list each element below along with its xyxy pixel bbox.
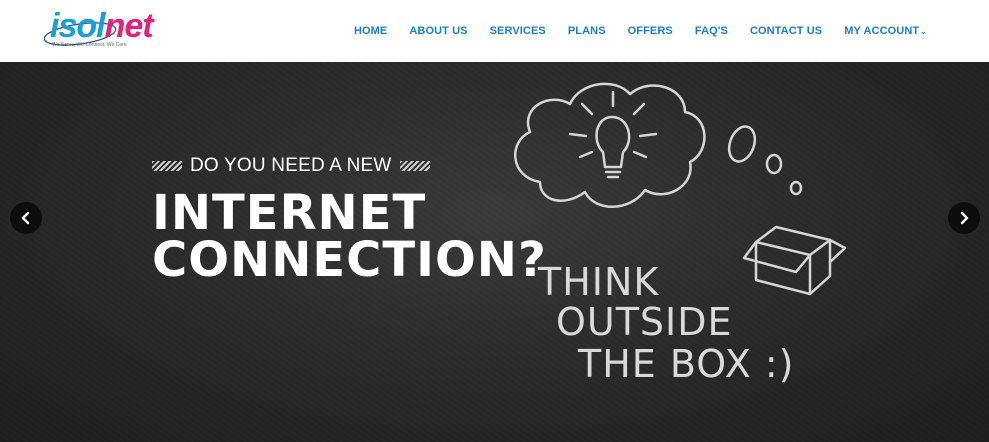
thought-bubble-medium	[765, 153, 783, 175]
chalk-text-think: THINK	[538, 260, 660, 304]
thought-cloud-icon	[514, 82, 706, 208]
nav-my-account[interactable]: MY ACCOUNT⌄	[844, 25, 927, 37]
nav-home[interactable]: HOME	[354, 25, 387, 37]
hero-headline-line1: INTERNET	[152, 185, 427, 241]
logo-wordmark: isolnet	[50, 6, 154, 46]
chalk-text-outside: OUTSIDE	[556, 300, 733, 344]
slider-next-button[interactable]	[948, 202, 980, 234]
logo-wordmark-part1: isol	[50, 7, 106, 45]
lightbulb-icon	[568, 90, 658, 179]
logo-wordmark-part2: net	[104, 7, 154, 45]
nav-my-account-label: MY ACCOUNT	[844, 25, 920, 37]
hero-subline-text: DO YOU NEED A NEW	[190, 155, 392, 176]
logo[interactable]: isolnet We Serve, We Connect, We Care	[44, 6, 154, 54]
nav-services[interactable]: SERVICES	[490, 25, 546, 37]
main-nav: HOME ABOUT US SERVICES PLANS OFFERS FAQ'…	[354, 0, 927, 62]
hero-headline: INTERNET CONNECTION?	[152, 185, 547, 288]
chevron-right-icon	[960, 211, 969, 225]
site-header: isolnet We Serve, We Connect, We Care HO…	[0, 0, 989, 62]
nav-plans[interactable]: PLANS	[568, 25, 606, 37]
hatch-decoration-right	[399, 161, 430, 171]
chevron-left-icon	[21, 211, 30, 225]
nav-faqs[interactable]: FAQ'S	[695, 25, 728, 37]
hero-headline-line2: CONNECTION?	[152, 232, 547, 288]
hero-slider: DO YOU NEED A NEW INTERNET CONNECTION? T…	[0, 62, 989, 442]
thought-bubble-small	[789, 180, 803, 196]
nav-contact-us[interactable]: CONTACT US	[750, 25, 822, 37]
chevron-down-icon: ⌄	[920, 27, 927, 36]
chalk-text-the-box: THE BOX :)	[578, 342, 795, 386]
open-box-icon	[742, 225, 847, 296]
slider-prev-button[interactable]	[10, 202, 42, 234]
hatch-decoration-left	[152, 161, 182, 171]
logo-tagline: We Serve, We Connect, We Care	[52, 42, 127, 48]
nav-about-us[interactable]: ABOUT US	[409, 25, 467, 37]
thought-bubble-large	[727, 125, 757, 163]
hero-subline: DO YOU NEED A NEW	[152, 155, 430, 177]
nav-offers[interactable]: OFFERS	[628, 25, 673, 37]
